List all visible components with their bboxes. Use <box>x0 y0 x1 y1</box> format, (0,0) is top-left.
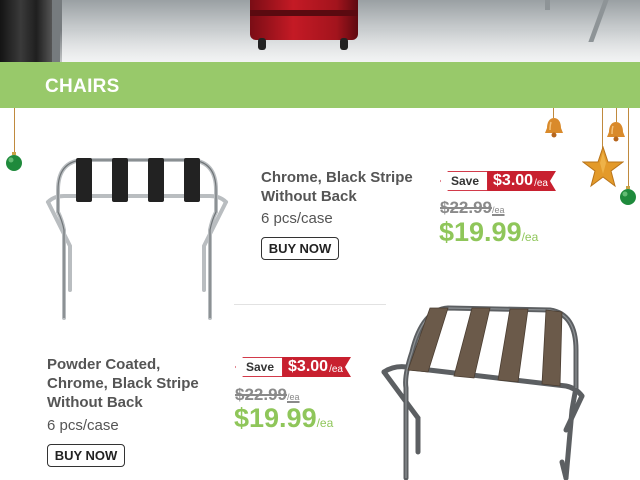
ornament-string <box>628 108 629 188</box>
save-amount-unit: /ea <box>329 363 343 375</box>
suitcase-wheel <box>340 38 348 50</box>
hero-image <box>0 0 640 62</box>
product-name-line: Chrome, Black Stripe <box>261 169 413 186</box>
original-price-value: $22.99 <box>440 198 492 217</box>
product-divider <box>234 304 386 305</box>
pack-size: 6 pcs/case <box>261 210 333 227</box>
sale-price: $19.99/ea <box>234 403 333 434</box>
red-suitcase <box>250 0 358 40</box>
product-name: Chrome, Black Stripe Without Back <box>261 168 413 206</box>
buy-now-button[interactable]: BUY NOW <box>47 444 125 467</box>
railing-post <box>545 0 550 10</box>
star-string <box>602 108 603 148</box>
gold-bell-icon <box>607 122 625 142</box>
ornament-string <box>14 108 15 154</box>
save-amount: $3.00/ea <box>487 171 556 191</box>
save-amount: $3.00/ea <box>282 357 351 377</box>
gold-star-icon <box>582 146 624 188</box>
sale-price-value: $19.99 <box>234 403 317 433</box>
green-ornament-icon <box>620 186 636 205</box>
product-name: Powder Coated, Chrome, Black Stripe With… <box>47 355 199 412</box>
sale-price: $19.99/ea <box>439 217 538 248</box>
sale-price-unit: /ea <box>521 230 539 244</box>
sale-price-unit: /ea <box>316 416 334 430</box>
gold-bell-icon <box>545 118 563 138</box>
suitcase-band <box>250 10 358 16</box>
save-amount-value: $3.00 <box>493 172 534 189</box>
save-badge: Save $3.00/ea <box>440 171 556 191</box>
original-price-unit: /ea <box>492 205 505 215</box>
save-badge: Save $3.00/ea <box>235 357 351 377</box>
sale-price-value: $19.99 <box>439 217 522 247</box>
save-amount-unit: /ea <box>534 177 548 189</box>
save-label: Save <box>235 357 283 377</box>
save-label: Save <box>440 171 488 191</box>
original-price: $22.99/ea <box>235 385 300 405</box>
product-name-line: Without Back <box>47 394 143 411</box>
product-name-line: Without Back <box>261 188 357 205</box>
original-price: $22.99/ea <box>440 198 505 218</box>
pack-size: 6 pcs/case <box>47 417 119 434</box>
buy-now-button[interactable]: BUY NOW <box>261 237 339 260</box>
product-name-line: Chrome, Black Stripe <box>47 375 199 392</box>
hero-wall <box>0 0 52 62</box>
green-ornament-icon <box>6 152 22 171</box>
save-amount-value: $3.00 <box>288 358 329 375</box>
luggage-rack-image <box>46 158 228 320</box>
original-price-value: $22.99 <box>235 385 287 404</box>
luggage-rack-image <box>381 305 585 480</box>
product-name-line: Powder Coated, <box>47 356 161 373</box>
original-price-unit: /ea <box>287 392 300 402</box>
suitcase-wheel <box>258 38 266 50</box>
section-title: CHAIRS <box>45 76 120 97</box>
